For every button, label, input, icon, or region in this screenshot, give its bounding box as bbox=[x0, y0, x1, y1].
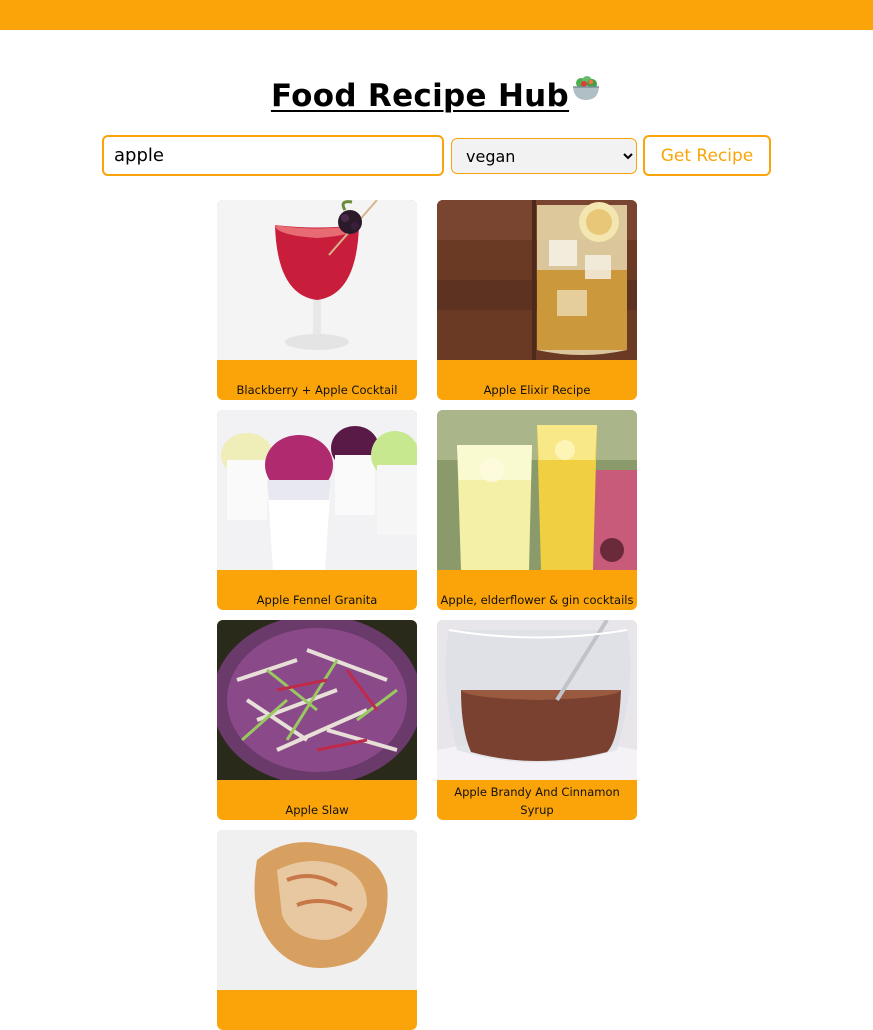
recipe-title: Apple, elderflower & gin cocktails bbox=[440, 593, 634, 607]
recipe-card[interactable]: Apple Brandy And Cinnamon Syrup bbox=[437, 620, 637, 820]
recipe-card[interactable]: Apple Slaw bbox=[217, 620, 417, 820]
page-title: Food Recipe Hub bbox=[270, 78, 570, 114]
header: Food Recipe Hub bbox=[0, 72, 873, 114]
recipe-image bbox=[437, 200, 637, 360]
get-recipe-button[interactable]: Get Recipe bbox=[643, 135, 771, 176]
recipe-image bbox=[217, 410, 417, 570]
recipe-card[interactable]: Blackberry + Apple Cocktail bbox=[217, 200, 417, 400]
recipe-card[interactable]: Apple, elderflower & gin cocktails bbox=[437, 410, 637, 610]
search-input[interactable] bbox=[102, 135, 444, 176]
recipe-image bbox=[437, 410, 637, 570]
recipe-image bbox=[217, 830, 417, 990]
recipe-image bbox=[217, 620, 417, 780]
top-bar bbox=[0, 0, 873, 30]
recipe-card[interactable]: Apple Elixir Recipe bbox=[437, 200, 637, 400]
salad-icon bbox=[573, 76, 600, 100]
recipe-title bbox=[217, 990, 417, 1030]
recipe-image bbox=[217, 200, 417, 360]
recipe-title: Apple Brandy And Cinnamon Syrup bbox=[454, 785, 620, 817]
recipe-card[interactable]: Apple Fennel Granita bbox=[217, 410, 417, 610]
recipe-title: Apple Elixir Recipe bbox=[483, 383, 591, 397]
recipe-title: Apple Fennel Granita bbox=[256, 593, 378, 607]
recipe-title: Apple Slaw bbox=[285, 803, 349, 817]
recipe-image bbox=[437, 620, 637, 780]
recipe-title: Blackberry + Apple Cocktail bbox=[236, 383, 398, 397]
recipe-card[interactable] bbox=[217, 830, 417, 1030]
diet-select[interactable]: vegan bbox=[451, 138, 637, 174]
